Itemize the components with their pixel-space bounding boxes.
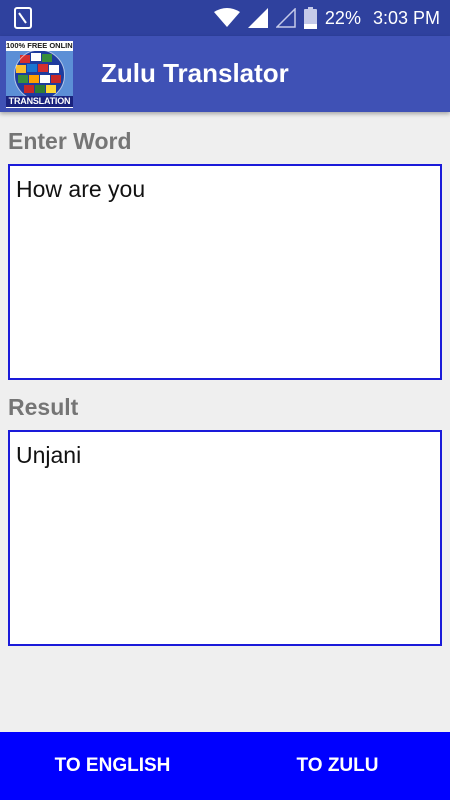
status-bar: 22% 3:03 PM bbox=[0, 0, 450, 36]
enter-word-input[interactable]: How are you bbox=[8, 164, 442, 380]
app-logo: 100% FREE ONLINE TRANSLATION bbox=[6, 41, 73, 108]
bottom-bar: TO ENGLISH TO ZULU bbox=[0, 732, 450, 800]
signal-icon bbox=[247, 8, 268, 28]
globe-flags-icon bbox=[6, 47, 73, 103]
clock: 3:03 PM bbox=[372, 7, 440, 28]
wifi-icon bbox=[213, 8, 240, 28]
enter-word-label: Enter Word bbox=[8, 128, 132, 154]
result-output[interactable]: Unjani bbox=[8, 430, 442, 646]
battery-percentage: 22% bbox=[324, 7, 361, 28]
app-title: Zulu Translator bbox=[101, 58, 289, 88]
status-icons: 22% 3:03 PM bbox=[213, 0, 440, 36]
logo-top-text: 100% FREE ONLINE bbox=[6, 41, 73, 51]
app-bar: 100% FREE ONLINE TRANSLATION Zulu Transl… bbox=[0, 36, 450, 112]
result-label: Result bbox=[8, 394, 79, 420]
to-zulu-button[interactable]: TO ZULU bbox=[225, 732, 450, 800]
logo-bottom-text: TRANSLATION bbox=[6, 96, 73, 107]
signal-empty-icon bbox=[275, 8, 296, 28]
battery-icon bbox=[303, 7, 317, 29]
to-english-button[interactable]: TO ENGLISH bbox=[0, 732, 225, 800]
notification-icon bbox=[14, 7, 32, 29]
